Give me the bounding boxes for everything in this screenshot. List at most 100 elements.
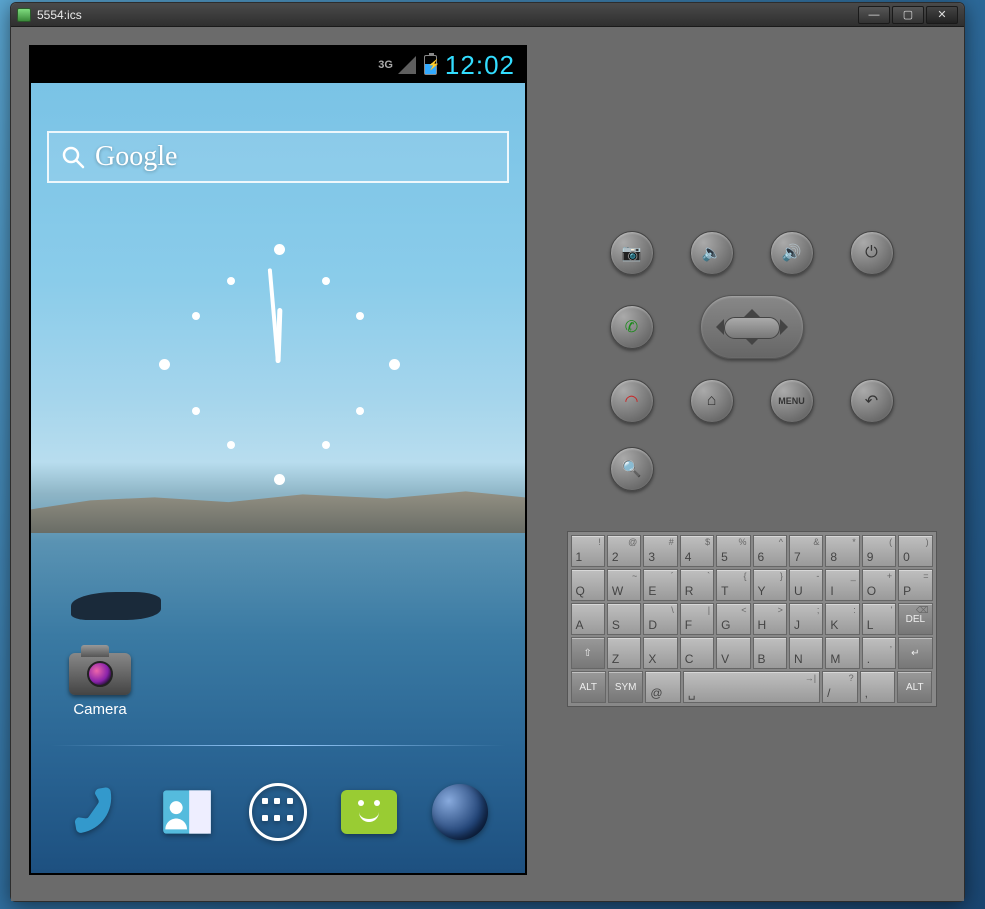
maximize-button[interactable]: ▢ (892, 6, 924, 24)
clock-dot (389, 359, 400, 370)
key-s[interactable]: S (607, 603, 641, 635)
dock-apps[interactable] (245, 779, 311, 845)
key-l[interactable]: L' (862, 603, 896, 635)
dock-browser[interactable] (427, 779, 493, 845)
browser-icon (432, 784, 488, 840)
key-k[interactable]: K: (825, 603, 859, 635)
wallpaper[interactable]: Google Camera (31, 83, 525, 873)
landscape-decoration (71, 592, 161, 620)
dpad-center[interactable] (724, 317, 780, 339)
hw-volume-down-button[interactable]: 🔈 (690, 231, 734, 275)
key-m[interactable]: M (825, 637, 859, 669)
call-icon: ✆ (625, 317, 638, 337)
key-2[interactable]: 2@ (607, 535, 641, 567)
key-j[interactable]: J; (789, 603, 823, 635)
search-icon: 🔍 (622, 459, 642, 479)
key-h[interactable]: H> (753, 603, 787, 635)
key-d[interactable]: D\ (643, 603, 677, 635)
signal-icon (398, 56, 416, 74)
volume-down-icon: 🔈 (702, 243, 722, 263)
key-z[interactable]: Z (607, 637, 641, 669)
key-r[interactable]: R` (680, 569, 714, 601)
dpad-right[interactable] (780, 319, 796, 335)
titlebar[interactable]: 5554:ics — ▢ ✕ (11, 3, 964, 27)
hw-back-button[interactable]: ↶ (850, 379, 894, 423)
key-8[interactable]: 8* (825, 535, 859, 567)
dpad-down[interactable] (744, 337, 760, 353)
close-button[interactable]: ✕ (926, 6, 958, 24)
clock-dot (274, 474, 285, 485)
dock-messaging[interactable] (336, 779, 402, 845)
search-icon (61, 145, 85, 169)
key-i[interactable]: I_ (825, 569, 859, 601)
minimize-button[interactable]: — (858, 6, 890, 24)
key-f[interactable]: F| (680, 603, 714, 635)
dpad-up[interactable] (744, 301, 760, 317)
key-n[interactable]: N (789, 637, 823, 669)
window-title: 5554:ics (37, 8, 82, 22)
key-9[interactable]: 9( (862, 535, 896, 567)
status-bar[interactable]: 3G ⚡ 12:02 (31, 47, 525, 83)
hw-hangup-button[interactable]: ◠ (610, 379, 654, 423)
clock-text: 12:02 (445, 50, 515, 81)
back-icon: ↶ (865, 391, 878, 411)
key-↵[interactable]: ↵ (898, 637, 932, 669)
hw-search-button[interactable]: 🔍 (610, 447, 654, 491)
search-brand: Google (95, 141, 177, 173)
hw-volume-up-button[interactable]: 🔊 (770, 231, 814, 275)
google-search-widget[interactable]: Google (47, 131, 509, 183)
key-␣[interactable]: ␣→| (683, 671, 820, 703)
hw-call-button[interactable]: ✆ (610, 305, 654, 349)
camera-app-shortcut[interactable]: Camera (61, 653, 139, 718)
key-@[interactable]: @ (645, 671, 680, 703)
device-screen[interactable]: 3G ⚡ 12:02 Google (29, 45, 527, 875)
key-3[interactable]: 3# (643, 535, 677, 567)
key-del[interactable]: DEL⌫ (898, 603, 932, 635)
key-y[interactable]: Y} (753, 569, 787, 601)
key-7[interactable]: 7& (789, 535, 823, 567)
hw-power-button[interactable]: ⏻ (850, 231, 894, 275)
hw-menu-button[interactable]: MENU (770, 379, 814, 423)
key-alt[interactable]: ALT (897, 671, 932, 703)
key-o[interactable]: O+ (862, 569, 896, 601)
key-w[interactable]: W~ (607, 569, 641, 601)
hw-camera-button[interactable]: 📷 (610, 231, 654, 275)
key-p[interactable]: P= (898, 569, 932, 601)
power-icon: ⏻ (865, 244, 878, 262)
key-v[interactable]: V (716, 637, 750, 669)
key-5[interactable]: 5% (716, 535, 750, 567)
dock-phone[interactable] (63, 779, 129, 845)
key-q[interactable]: Q (571, 569, 605, 601)
key-⇧[interactable]: ⇧ (571, 637, 605, 669)
key-sym[interactable]: SYM (608, 671, 643, 703)
key-6[interactable]: 6^ (753, 535, 787, 567)
key-g[interactable]: G< (716, 603, 750, 635)
contacts-icon (161, 786, 213, 838)
analog-clock-widget[interactable] (148, 233, 408, 493)
home-icon: ⌂ (707, 392, 717, 410)
hardware-buttons: 📷 🔈 🔊 ⏻ ✆ ◠ ⌂ MENU ↶ 🔍 (602, 225, 902, 491)
key-a[interactable]: A (571, 603, 605, 635)
key-1[interactable]: 1! (571, 535, 605, 567)
key-b[interactable]: B (753, 637, 787, 669)
key-c[interactable]: C (680, 637, 714, 669)
key-x[interactable]: X (643, 637, 677, 669)
clock-dot (356, 312, 364, 320)
key-4[interactable]: 4$ (680, 535, 714, 567)
dock (31, 769, 525, 855)
key-.[interactable]: ., (862, 637, 896, 669)
app-label: Camera (61, 701, 139, 718)
dpad-left[interactable] (708, 319, 724, 335)
key-u[interactable]: U- (789, 569, 823, 601)
key-e[interactable]: E´ (643, 569, 677, 601)
key-/[interactable]: /? (822, 671, 857, 703)
key-0[interactable]: 0) (898, 535, 932, 567)
dock-contacts[interactable] (154, 779, 220, 845)
key-t[interactable]: T{ (716, 569, 750, 601)
battery-icon: ⚡ (424, 55, 437, 75)
camera-icon (69, 653, 131, 695)
hw-home-button[interactable]: ⌂ (690, 379, 734, 423)
key-,[interactable]: , (860, 671, 895, 703)
clock-dot (192, 312, 200, 320)
key-alt[interactable]: ALT (571, 671, 606, 703)
